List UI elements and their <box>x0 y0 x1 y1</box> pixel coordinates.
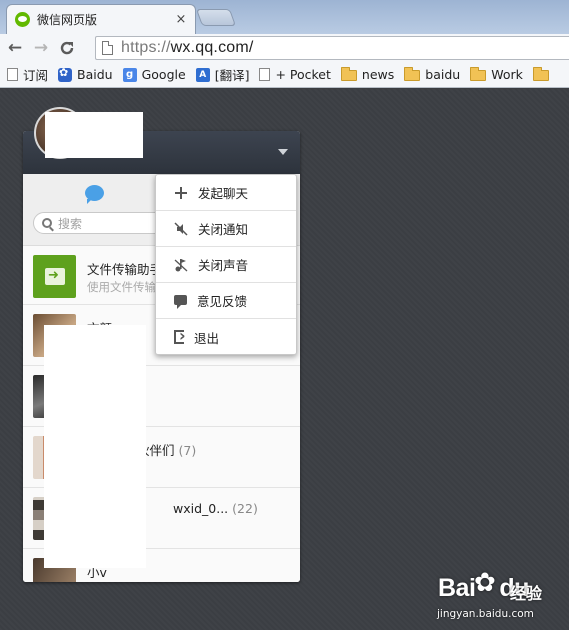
menu-item-start-chat[interactable]: 发起聊天 <box>156 175 296 211</box>
bookmarks-bar: 订阅 Baidu gGoogle A[翻译] + Pocket news bai… <box>0 62 569 88</box>
search-icon <box>42 218 52 228</box>
member-count: (7) <box>178 443 197 458</box>
folder-icon <box>340 67 357 81</box>
menu-caret-icon[interactable] <box>278 149 288 155</box>
back-button[interactable]: ← <box>4 37 26 59</box>
bookmark-folder-work[interactable]: Work <box>470 67 523 82</box>
logout-icon <box>174 329 186 344</box>
redacted-username <box>45 112 143 158</box>
browser-tab-wechat[interactable]: 微信网页版 × <box>6 4 196 34</box>
bookmark-folder-baidu[interactable]: baidu <box>404 67 460 82</box>
chat-tab-icon[interactable] <box>85 185 104 204</box>
redacted-contacts <box>44 325 146 568</box>
folder-icon <box>532 67 549 81</box>
menu-label: 发起聊天 <box>198 186 249 201</box>
url-text: https://wx.qq.com/ <box>121 39 254 56</box>
browser-toolbar: ← → https://wx.qq.com/ <box>0 34 569 62</box>
reload-button[interactable] <box>56 37 78 59</box>
baidu-paw-icon: ✿ <box>474 568 496 598</box>
menu-item-mute-notifications[interactable]: 关闭通知 <box>156 211 296 247</box>
tab-close-icon[interactable]: × <box>175 12 187 27</box>
page-icon <box>259 68 271 81</box>
menu-item-mute-sound[interactable]: 关闭声音 <box>156 247 296 283</box>
browser-tabstrip: 微信网页版 × <box>0 0 569 34</box>
page-icon <box>102 41 113 55</box>
mute-sound-icon <box>174 258 188 272</box>
chat-name: 文件传输助手 <box>87 262 163 277</box>
folder-icon <box>470 67 487 81</box>
menu-label: 关闭声音 <box>198 258 249 273</box>
feedback-icon <box>174 294 187 309</box>
reload-icon <box>60 41 74 55</box>
file-transfer-icon <box>33 255 76 298</box>
watermark-url: jingyan.baidu.com <box>437 608 534 620</box>
tab-title: 微信网页版 <box>37 13 98 27</box>
baidu-paw-icon <box>58 66 73 82</box>
menu-label: 关闭通知 <box>198 222 249 237</box>
member-count: (22) <box>232 501 258 516</box>
new-tab-button[interactable] <box>195 9 237 26</box>
translate-icon: A <box>195 67 210 82</box>
bookmark-folder-news[interactable]: news <box>340 67 394 82</box>
menu-item-feedback[interactable]: 意见反馈 <box>156 283 296 319</box>
forward-button[interactable]: → <box>30 37 52 59</box>
menu-item-logout[interactable]: 退出 <box>156 319 296 355</box>
main-menu-dropdown: 发起聊天 关闭通知 关闭声音 意见反馈 退出 <box>155 174 297 355</box>
address-bar[interactable]: https://wx.qq.com/ <box>95 36 569 60</box>
bookmark-google[interactable]: g Google <box>122 67 186 82</box>
page-icon <box>7 68 18 81</box>
bookmark-pocket[interactable]: + Pocket <box>259 67 331 82</box>
mute-bell-icon <box>174 221 188 236</box>
watermark-product: 经验 <box>510 584 543 603</box>
bookmark-folder-more[interactable] <box>532 67 554 81</box>
search-placeholder: 搜索 <box>58 216 83 231</box>
bookmark-translate[interactable]: A [翻译] <box>195 65 249 84</box>
wechat-favicon-icon <box>15 12 30 27</box>
menu-label: 意见反馈 <box>197 294 248 309</box>
baidu-jingyan-watermark: Bai du ✿ 经验 jingyan.baidu.com <box>434 568 564 628</box>
bookmark-subscribe[interactable]: 订阅 <box>7 65 48 84</box>
google-icon: g <box>122 67 137 82</box>
menu-label: 退出 <box>194 330 220 346</box>
chat-preview: 使用文件传输 <box>87 280 156 294</box>
plus-icon <box>174 186 188 200</box>
bookmark-baidu[interactable]: Baidu <box>58 66 113 82</box>
folder-icon <box>404 67 421 81</box>
